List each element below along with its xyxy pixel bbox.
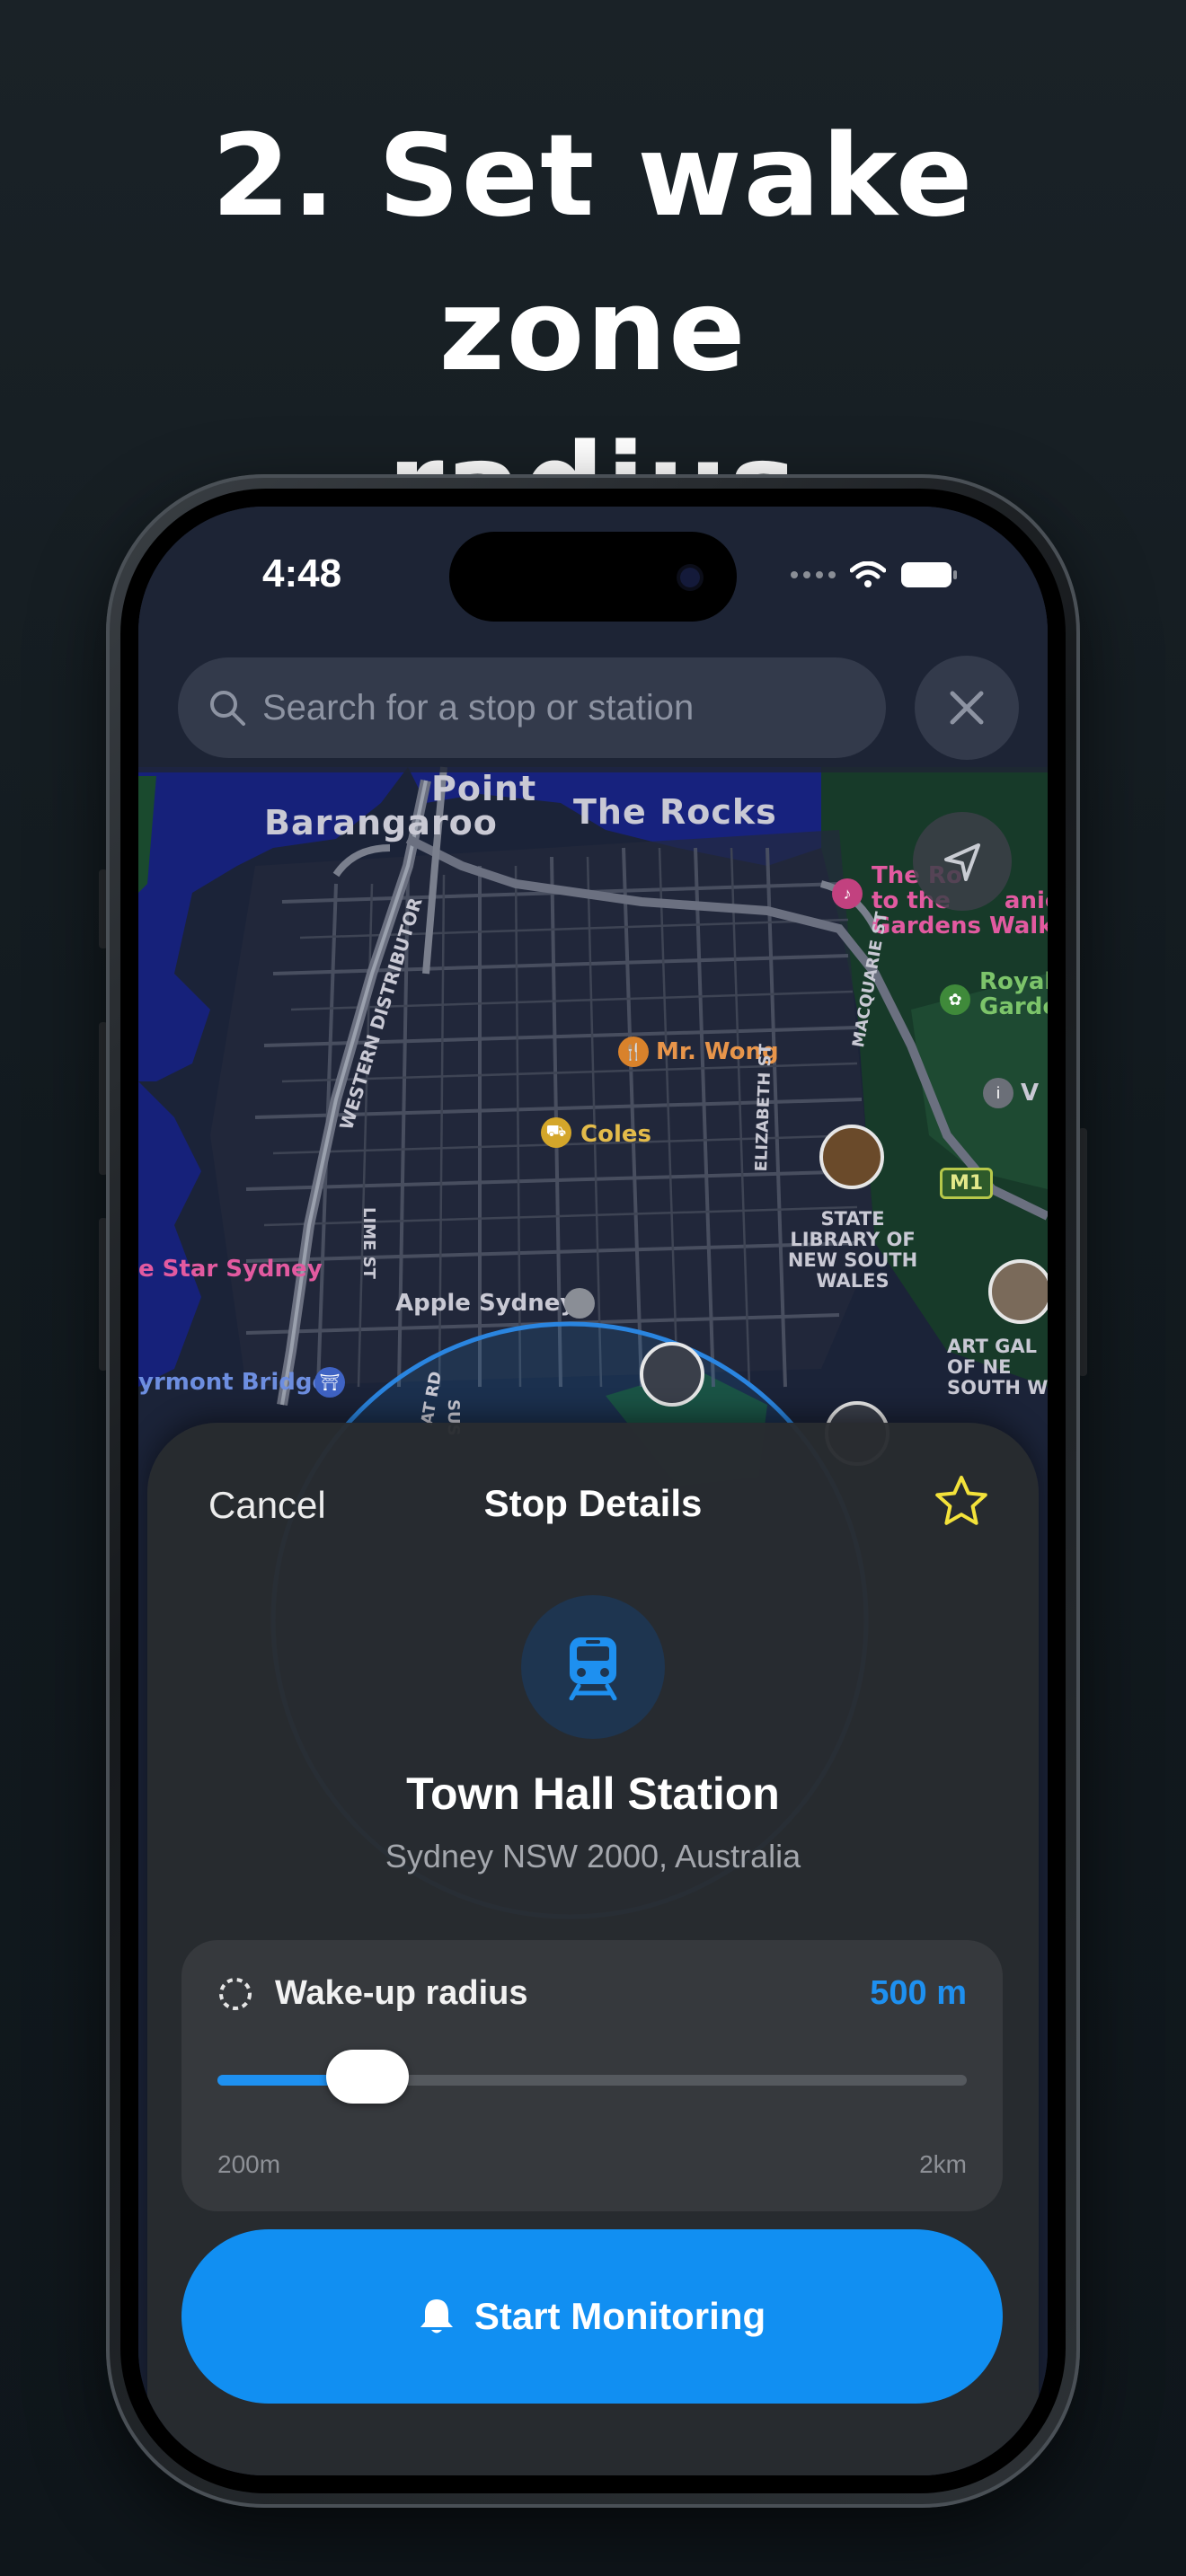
start-monitoring-button[interactable]: Start Monitoring — [181, 2229, 1003, 2404]
map-label-apple-sydney: Apple Sydney — [395, 1290, 576, 1317]
slider-min-label: 200m — [217, 2150, 281, 2178]
wake-radius-label: Wake-up radius — [275, 1974, 528, 2012]
apple-store-poi-icon — [564, 1288, 595, 1319]
station-type-badge — [521, 1595, 665, 1739]
map-label-lime-st: LIME ST — [359, 1207, 378, 1279]
radius-slider[interactable] — [217, 2050, 967, 2104]
map-label-barangaroo: Barangaroo — [264, 803, 498, 842]
dashed-circle-icon — [219, 1978, 252, 2010]
bridge-poi-icon: ⛩ — [314, 1367, 345, 1398]
state-library-landmark-icon — [819, 1125, 884, 1189]
phone-screen: Point Barangaroo The Rocks ♪ The Rohou t… — [138, 507, 1048, 2475]
location-arrow-icon — [944, 843, 980, 881]
park-poi-icon: ✿ — [940, 984, 970, 1015]
map-label-star-sydney: e Star Sydney — [138, 1256, 323, 1283]
favorite-button[interactable] — [929, 1469, 994, 1534]
shopping-poi-icon: ⛟ — [541, 1117, 571, 1148]
map-label-pyrmont-bridge: yrmont Bridge — [138, 1369, 329, 1396]
close-icon — [950, 691, 984, 725]
sheet-title: Stop Details — [483, 1482, 703, 1524]
station-address: Sydney NSW 2000, Australia — [385, 1838, 801, 1875]
station-name: Town Hall Station — [406, 1769, 780, 1819]
sydney-tower-landmark-icon — [640, 1342, 704, 1407]
battery-icon — [901, 562, 957, 587]
map-label-art-gallery: ART GAL OF NE SOUTH W — [947, 1336, 1048, 1398]
bell-icon — [420, 2299, 453, 2333]
map-label-state-library: STATE LIBRARY OF NEW SOUTH WALES — [787, 1208, 918, 1292]
map-label-royal-line-1: Royal — [979, 968, 1048, 995]
train-icon — [569, 1637, 617, 1700]
art-gallery-landmark-icon — [988, 1259, 1048, 1324]
radius-slider-thumb[interactable] — [326, 2050, 409, 2104]
close-search-button[interactable] — [915, 656, 1019, 760]
music-poi-icon: ♪ — [832, 878, 863, 909]
front-camera — [680, 568, 700, 587]
m1-route-badge: M1 — [940, 1168, 994, 1199]
info-poi-icon: i — [983, 1078, 1013, 1108]
map-label-botanic-line-3: Gardens Walk — [872, 913, 1048, 940]
restaurant-poi-icon: 🍴 — [618, 1037, 649, 1067]
map-label-the-rocks: The Rocks — [573, 792, 777, 832]
status-time: 4:48 — [262, 551, 342, 595]
status-icons — [791, 557, 958, 593]
map-label-info-v: V — [1021, 1080, 1040, 1107]
search-icon — [210, 691, 245, 726]
stop-details-sheet: Cancel Stop Details Town Hall Station Sy… — [147, 1423, 1039, 2475]
cellular-signal-icon — [791, 571, 836, 578]
map-label-royal-line-2: Garde — [979, 993, 1048, 1020]
wake-radius-card: Wake-up radius 500 m 200m 2km — [181, 1940, 1003, 2211]
star-outline-icon — [935, 1476, 987, 1525]
search-input[interactable] — [246, 657, 886, 759]
current-location-button[interactable] — [913, 812, 1012, 911]
wake-radius-value: 500 m — [870, 1974, 967, 2012]
slider-max-label: 2km — [919, 2150, 967, 2178]
search-bar[interactable] — [178, 657, 886, 759]
headline-line-1: 2. Set wake zone — [211, 110, 975, 396]
start-monitoring-label: Start Monitoring — [474, 2295, 766, 2337]
map-label-coles: Coles — [580, 1121, 651, 1148]
wifi-icon — [850, 561, 886, 587]
